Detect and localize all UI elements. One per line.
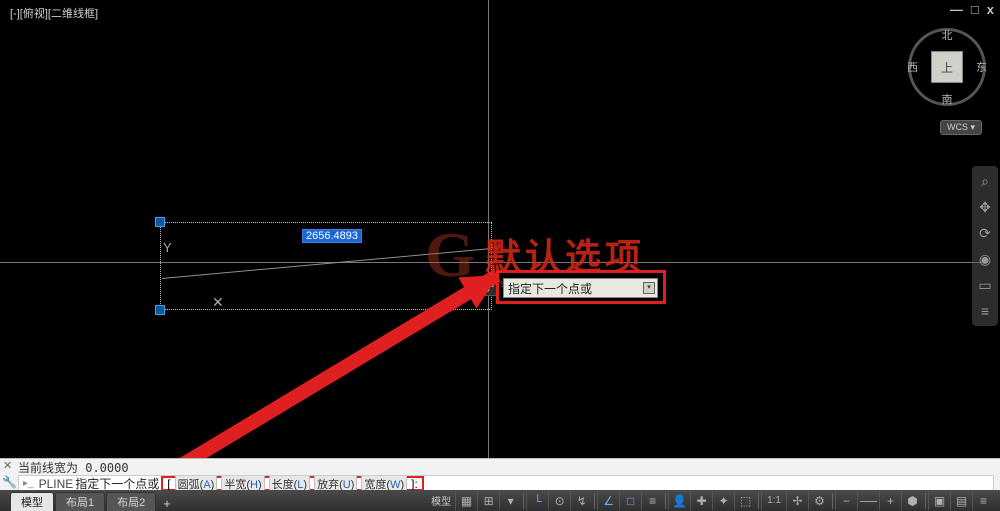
- tab-model[interactable]: 模型: [10, 492, 54, 511]
- command-suffix: ]:: [411, 477, 418, 491]
- isolate-objects-icon[interactable]: ▣: [928, 491, 950, 510]
- status-toggles: 模型 ▦ ⊞ ▾ └ ⊙ ↯ ∠ □ ≡ 👤 ✚ ✦ ⬚ 1:1 ✢ ⚙ − ─…: [427, 491, 1000, 510]
- zoom-in-button[interactable]: +: [879, 491, 901, 510]
- polar-toggle-icon[interactable]: ⊙: [548, 491, 570, 510]
- annotation-highlight: [496, 270, 666, 304]
- drawing-viewport[interactable]: [-][俯视][二维线框] — □ x Y ✕ 2656.4893 9° G 默…: [0, 0, 1000, 458]
- command-close-icon[interactable]: ✕: [3, 459, 12, 472]
- annotation-visibility-icon[interactable]: ✢: [786, 491, 808, 510]
- isometric-toggle-icon[interactable]: ↯: [570, 491, 592, 510]
- quick-properties-icon[interactable]: ⬚: [734, 491, 756, 510]
- wcs-badge[interactable]: WCS ▾: [940, 120, 982, 135]
- annotation-scale[interactable]: 1:1: [761, 491, 786, 510]
- command-history-line: 当前线宽为 0.0000: [18, 459, 129, 476]
- clean-screen-icon[interactable]: ▤: [950, 491, 972, 510]
- axis-y-label: Y: [163, 240, 172, 255]
- selection-cycling-icon[interactable]: ✚: [690, 491, 712, 510]
- tab-layout1[interactable]: 布局1: [55, 492, 105, 511]
- close-button[interactable]: x: [987, 2, 994, 17]
- viewcube-west[interactable]: 西: [907, 59, 918, 75]
- command-options-highlight: [ 圆弧(A) 半宽(H) 长度(L) 放弃(U) 宽度(W) ]:: [161, 476, 424, 491]
- grip-bottom-left[interactable]: [155, 305, 165, 315]
- viewcube-top-face[interactable]: 上: [931, 51, 963, 83]
- viewcube-east[interactable]: 东: [976, 59, 987, 75]
- lineweight-toggle-icon[interactable]: ≡: [641, 491, 663, 510]
- nav-showmotion-icon[interactable]: ▭: [975, 274, 995, 296]
- nav-orbit-icon[interactable]: ⟳: [975, 222, 995, 244]
- window-controls: — □ x: [950, 2, 994, 17]
- viewcube-south[interactable]: 南: [942, 91, 953, 107]
- layout-tabs: 模型 布局1 布局2 +: [0, 490, 177, 511]
- restore-button[interactable]: □: [971, 2, 979, 17]
- ortho-toggle-icon[interactable]: └: [526, 491, 548, 510]
- command-customize-icon[interactable]: 🔧: [2, 475, 17, 489]
- status-bar: 模型 布局1 布局2 + 模型 ▦ ⊞ ▾ └ ⊙ ↯ ∠ □ ≡ 👤 ✚ ✦ …: [0, 490, 1000, 511]
- dynamic-input-toggle-icon[interactable]: 👤: [668, 491, 690, 510]
- grip-top-left[interactable]: [155, 217, 165, 227]
- tab-add-button[interactable]: +: [157, 496, 177, 511]
- zoom-slider[interactable]: ──: [857, 491, 879, 510]
- nav-zoom-icon[interactable]: ⌕: [975, 170, 995, 192]
- customize-status-icon[interactable]: ≡: [972, 491, 994, 510]
- command-name: PLINE: [39, 477, 74, 491]
- hardware-accel-icon[interactable]: ⬢: [901, 491, 923, 510]
- distance-readout: 2656.4893: [302, 229, 362, 243]
- axis-x-label: ✕: [212, 294, 224, 311]
- viewcube[interactable]: 上 北 南 东 西: [908, 28, 986, 106]
- view-title: [-][俯视][二维线框]: [10, 5, 98, 21]
- bracket-open: [: [167, 477, 170, 491]
- navigation-bar: ⌕ ✥ ⟳ ◉ ▭ ≡: [972, 166, 998, 326]
- snap-toggle-icon[interactable]: ⊞: [477, 491, 499, 510]
- nav-steering-icon[interactable]: ◉: [975, 248, 995, 270]
- zoom-out-button[interactable]: −: [835, 491, 857, 510]
- osnap-toggle-icon[interactable]: ∠: [597, 491, 619, 510]
- 3dosnap-toggle-icon[interactable]: ✦: [712, 491, 734, 510]
- nav-menu-icon[interactable]: ≡: [975, 300, 995, 322]
- command-area: ✕ 🔧 当前线宽为 0.0000 ▸_ PLINE 指定下一个点或 [ 圆弧(A…: [0, 458, 1000, 491]
- viewcube-north[interactable]: 北: [942, 27, 953, 43]
- nav-pan-icon[interactable]: ✥: [975, 196, 995, 218]
- model-label[interactable]: 模型: [427, 493, 455, 508]
- workspace-switch-icon[interactable]: ⚙: [808, 491, 830, 510]
- tab-layout2[interactable]: 布局2: [106, 492, 156, 511]
- command-prompt-icon: ▸_: [23, 478, 34, 489]
- otrack-toggle-icon[interactable]: □: [619, 491, 641, 510]
- minimize-button[interactable]: —: [950, 2, 963, 17]
- grid-toggle-icon[interactable]: ▦: [455, 491, 477, 510]
- infer-toggle-icon[interactable]: ▾: [499, 491, 521, 510]
